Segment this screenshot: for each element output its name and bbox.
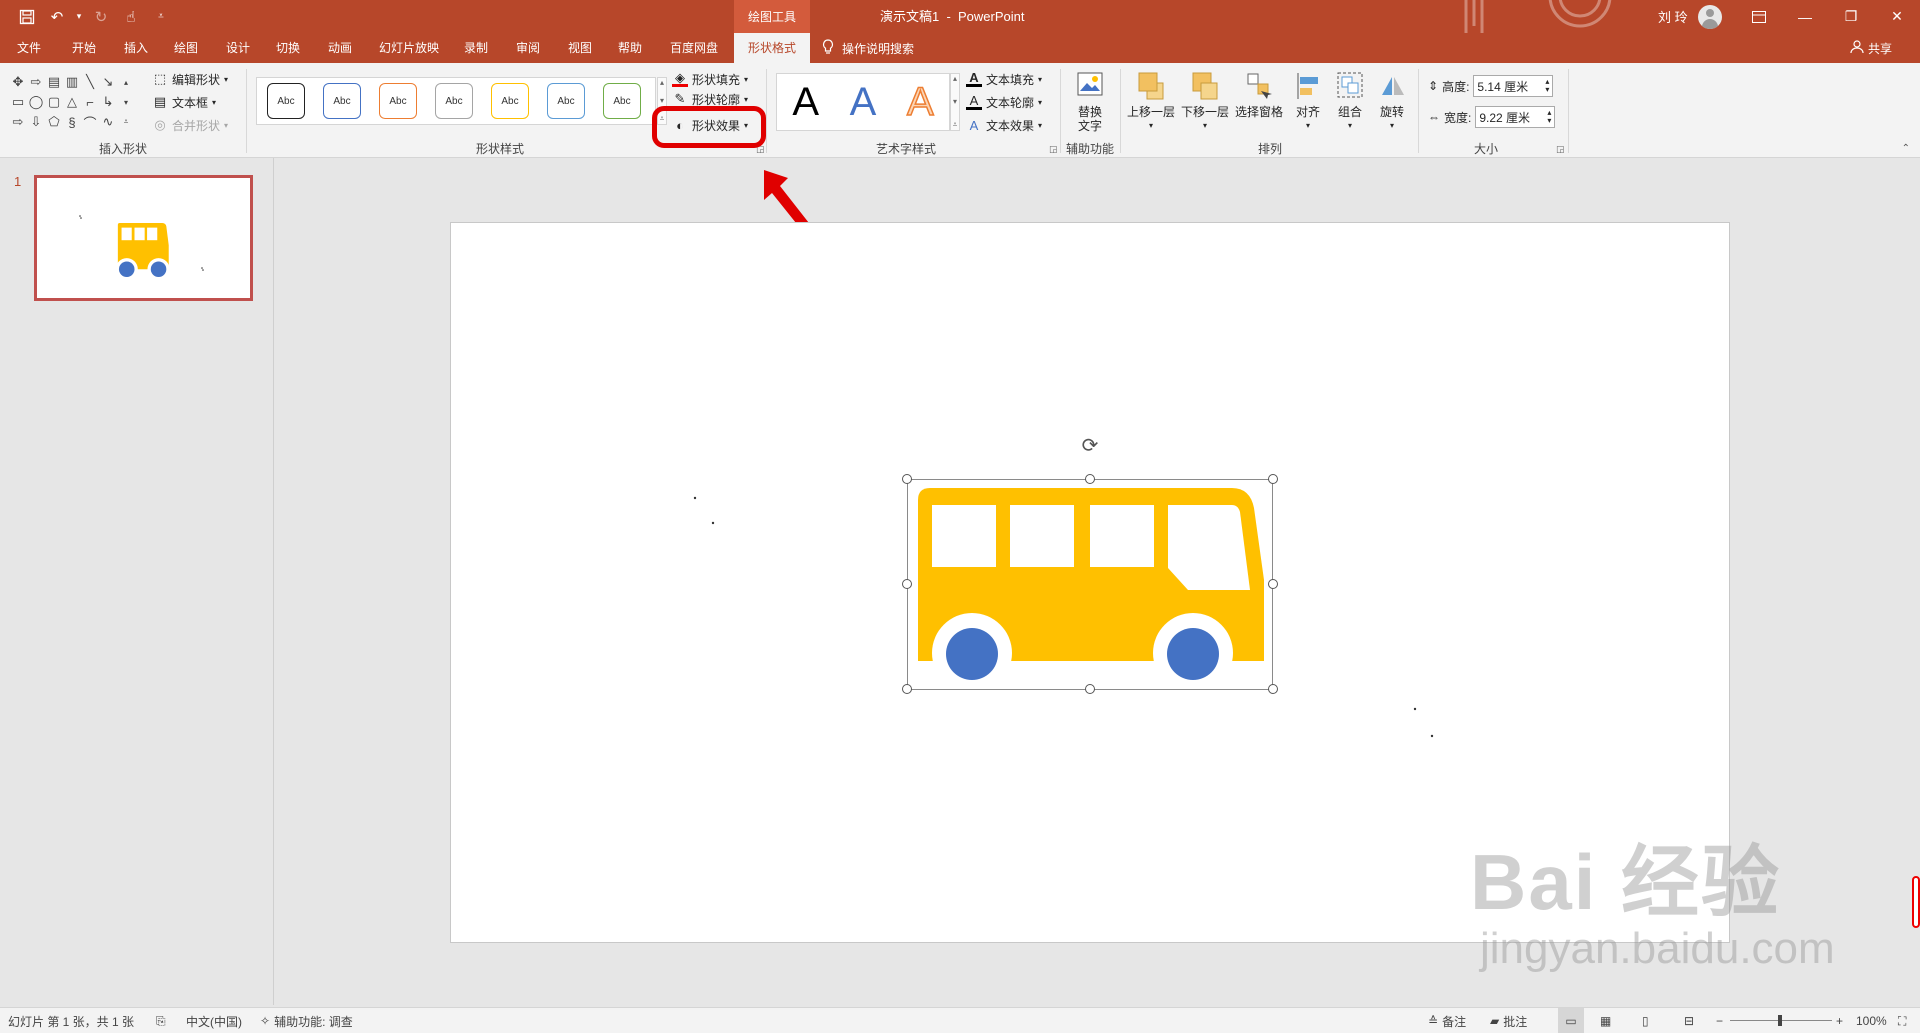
speck: [1413, 707, 1417, 711]
slideshow-view-icon[interactable]: ⊟: [1684, 1008, 1694, 1033]
scrollbar-thumb[interactable]: [1912, 876, 1920, 928]
resize-handle[interactable]: [1268, 579, 1278, 589]
speck: [711, 521, 715, 525]
rotate-handle-icon[interactable]: ⟳: [1078, 433, 1102, 457]
accessibility-status[interactable]: ✧ 辅助功能: 调查: [260, 1008, 353, 1033]
normal-view-icon[interactable]: ▭: [1558, 1008, 1584, 1033]
notes-icon: ≙: [1428, 1014, 1439, 1028]
watermark: Bai 经验 jingyan.baidu.com: [1470, 820, 1835, 974]
slide-info: 幻灯片 第 1 张，共 1 张: [8, 1014, 135, 1029]
fit-to-window-icon[interactable]: ⛶: [1898, 1008, 1906, 1033]
slide-sorter-icon[interactable]: ▦: [1600, 1008, 1611, 1033]
accessibility-icon: ✧: [260, 1014, 271, 1028]
watermark-url: jingyan.baidu.com: [1480, 924, 1835, 973]
zoom-level[interactable]: 100%: [1856, 1008, 1887, 1033]
zoom-slider-thumb[interactable]: [1778, 1015, 1782, 1026]
zoom-out-icon[interactable]: −: [1716, 1008, 1723, 1033]
resize-handle[interactable]: [902, 684, 912, 694]
speck: [693, 496, 697, 500]
language[interactable]: 中文(中国): [186, 1008, 242, 1033]
comments-button[interactable]: ▰ 批注: [1490, 1008, 1527, 1033]
notes-button[interactable]: ≙ 备注: [1428, 1008, 1466, 1033]
resize-handle[interactable]: [1085, 474, 1095, 484]
comments-label: 批注: [1503, 1014, 1528, 1029]
comment-icon: ▰: [1490, 1014, 1500, 1028]
resize-handle[interactable]: [902, 474, 912, 484]
selection-box[interactable]: [907, 479, 1273, 690]
spelling-icon[interactable]: ⎘: [156, 1008, 166, 1033]
powerpoint-window: ↶ ▾ ↻ ☝ ⩡ 绘图工具 演示文稿1 - PowerPoint 刘 玲 — …: [0, 0, 1920, 1033]
speck: [1430, 734, 1434, 738]
resize-handle[interactable]: [902, 579, 912, 589]
zoom-in-icon[interactable]: +: [1836, 1008, 1843, 1033]
resize-handle[interactable]: [1268, 474, 1278, 484]
status-bar: 幻灯片 第 1 张，共 1 张 ⎘ 中文(中国) ✧ 辅助功能: 调查 ≙ 备注…: [0, 1007, 1920, 1033]
resize-handle[interactable]: [1085, 684, 1095, 694]
accessibility-label: 辅助功能: 调查: [274, 1014, 353, 1029]
resize-handle[interactable]: [1268, 684, 1278, 694]
watermark-brand: Bai 经验: [1470, 838, 1782, 926]
reading-view-icon[interactable]: ▯: [1642, 1008, 1649, 1033]
notes-label: 备注: [1442, 1014, 1467, 1029]
